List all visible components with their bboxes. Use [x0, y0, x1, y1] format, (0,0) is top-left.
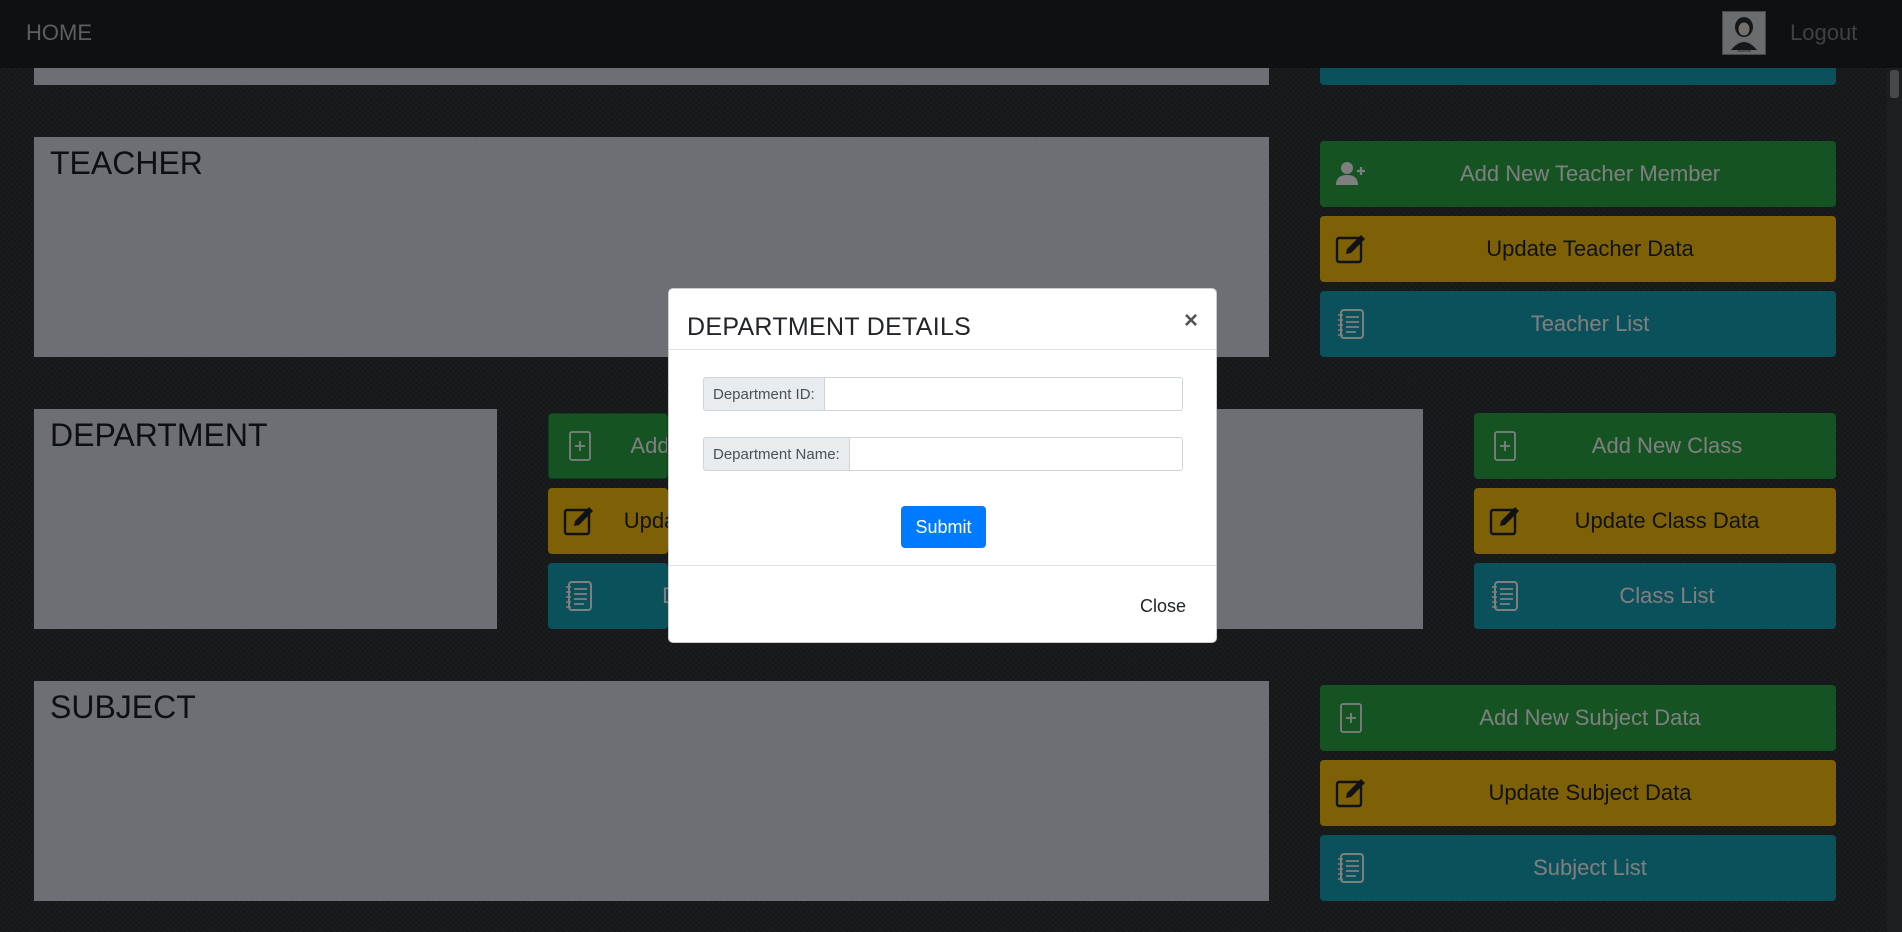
department-id-label: Department ID:	[703, 377, 825, 411]
department-details-modal: DEPARTMENT DETAILS × Department ID: Depa…	[668, 288, 1217, 643]
submit-button[interactable]: Submit	[901, 506, 986, 548]
modal-header: DEPARTMENT DETAILS ×	[669, 289, 1216, 350]
department-name-input[interactable]	[849, 437, 1183, 471]
department-name-label: Department Name:	[703, 437, 850, 471]
close-button[interactable]: Close	[1140, 596, 1186, 617]
modal-footer: Close	[669, 565, 1216, 644]
department-id-group: Department ID:	[703, 377, 1183, 411]
department-name-group: Department Name:	[703, 437, 1183, 471]
modal-title: DEPARTMENT DETAILS	[687, 313, 972, 341]
department-id-input[interactable]	[824, 377, 1183, 411]
close-icon[interactable]: ×	[1184, 309, 1198, 333]
